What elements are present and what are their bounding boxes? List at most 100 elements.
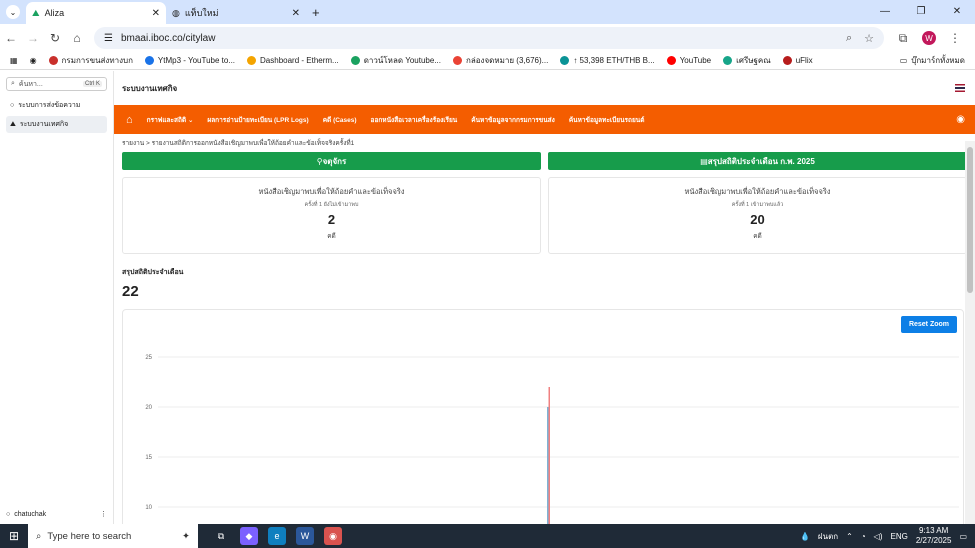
bookmark-label: ↑ 53,398 ETH/THB B...	[573, 56, 655, 65]
y-tick-label: 10	[145, 505, 152, 511]
bookmark-label: เศรีษฐคณ	[736, 56, 771, 65]
bookmark-favicon-icon	[48, 56, 58, 65]
bookmark-item[interactable]: YouTube	[666, 56, 711, 65]
thai-flag-icon[interactable]	[955, 84, 965, 92]
user-icon: ○	[6, 510, 11, 518]
copilot-icon[interactable]: ◆	[240, 527, 258, 545]
sidebar-item-citylaw[interactable]: ⛰ ระบบงานเทศกิจ	[6, 116, 107, 133]
youtube-icon	[666, 56, 676, 65]
bookmark-label: กรมการขนส่งทางบก	[61, 56, 133, 65]
location-filter-button[interactable]: ⚲ จตุจักร	[122, 152, 541, 170]
bookmark-label: Dashboard - Etherm...	[260, 56, 339, 65]
bookmark-item[interactable]: uFlix	[782, 56, 813, 65]
folder-icon: ▭	[899, 56, 908, 65]
close-tab-icon[interactable]: ✕	[292, 8, 300, 19]
restore-icon[interactable]: ❐	[903, 0, 939, 24]
bookmark-item[interactable]: กรมการขนส่งทางบก	[48, 54, 133, 67]
bookmark-item[interactable]: กล่องจดหมาย (3,676)...	[453, 54, 548, 67]
sparkle-icon: ✦	[182, 530, 190, 542]
stat-card-not-attended: หนังสือเชิญมาพบเพื่อให้ถ้อยคำและข้อเท็จจ…	[122, 177, 541, 254]
chart-bar[interactable]	[548, 387, 551, 524]
sidebar-user[interactable]: ○ chatuchak ⋮	[6, 510, 107, 519]
aliza-favicon-icon: ⛰	[32, 7, 40, 18]
back-icon[interactable]: ←	[0, 31, 22, 45]
nav-item-cases[interactable]: คดี (Cases)	[323, 115, 357, 125]
url-bar[interactable]: ☰ bmaai.iboc.co/citylaw ⌕ ☆	[94, 27, 884, 49]
month-filter-button[interactable]: ▤ สรุปสถิติประจำเดือน ก.พ. 2025	[548, 152, 967, 170]
menu-kebab-icon[interactable]: ⋮	[944, 31, 966, 45]
sidebar-item-messaging[interactable]: ○ ระบบการส่งข้อความ	[6, 97, 107, 114]
nav-item-lpr-logs[interactable]: ผลการอ่านป้ายทะเบียน (LPR Logs)	[207, 115, 308, 125]
bookmark-item[interactable]: ดาวน์โหลด Youtube...	[350, 54, 441, 67]
browser-tab-active[interactable]: ⛰ Aliza ✕	[26, 2, 166, 24]
bookmark-item[interactable]: YtMp3 - YouTube to...	[144, 56, 235, 65]
bookmark-item[interactable]: ↑ 53,398 ETH/THB B...	[560, 56, 655, 65]
chevron-up-icon[interactable]: ⌃	[846, 532, 853, 541]
notifications-icon[interactable]: ▭	[959, 532, 967, 541]
main-content: ระบบงานเทศกิจ ⌂ กราฟและสถิติ ⌄ ผลการอ่าน…	[114, 71, 975, 524]
nav-label: กราฟและสถิติ	[146, 116, 187, 124]
profile-avatar[interactable]: W	[922, 31, 936, 45]
word-icon[interactable]: W	[296, 527, 314, 545]
bar-chart[interactable]: 10 15 20 25	[123, 310, 965, 524]
weather-icon[interactable]: 💧	[800, 532, 810, 541]
more-icon[interactable]: ⋮	[100, 510, 107, 518]
page-scrollbar[interactable]	[965, 141, 975, 524]
close-window-icon[interactable]: ✕	[939, 0, 975, 24]
reload-icon[interactable]: ↻	[44, 31, 66, 45]
chart-bar[interactable]	[547, 407, 549, 524]
network-icon[interactable]: ◔	[861, 532, 866, 541]
apps-grid-icon[interactable]: ▦	[10, 56, 18, 65]
home-icon[interactable]: ⌂	[66, 31, 88, 45]
chrome-icon[interactable]: ◉	[30, 56, 37, 65]
y-tick-label: 20	[145, 405, 152, 411]
gmail-icon	[453, 56, 462, 65]
scrollbar-thumb[interactable]	[967, 147, 973, 293]
summary-label: สรุปสถิติประจำเดือน	[122, 269, 184, 276]
card-value: 20	[750, 212, 765, 227]
nav-item-issue-letter[interactable]: ออกหนังสือเวลาเครื่องร้องเรียน	[371, 115, 458, 125]
new-tab-icon[interactable]: +	[312, 5, 320, 20]
tab-search-icon[interactable]: ⌄	[6, 5, 20, 19]
sidebar-search[interactable]: ⌕ ค้นหา... Ctrl K	[6, 77, 107, 91]
chevron-down-icon: ⌄	[187, 116, 194, 124]
edge-icon[interactable]: e	[268, 527, 286, 545]
globe-icon: ◍	[172, 7, 180, 18]
browser-tab[interactable]: ◍ แท็บใหม่ ✕	[166, 2, 306, 24]
url-text: bmaai.iboc.co/citylaw	[120, 32, 216, 44]
card-unit: คดี	[327, 233, 336, 240]
taskbar-apps: ⧉ ◆ e W ◉	[212, 527, 342, 545]
all-bookmarks[interactable]: ▭ บุ๊กมาร์กทั้งหมด	[900, 54, 975, 67]
nav-item-charts[interactable]: กราฟและสถิติ ⌄	[147, 115, 194, 125]
task-view-icon[interactable]: ⧉	[212, 527, 230, 545]
address-toolbar: ← → ↻ ⌂ ☰ bmaai.iboc.co/citylaw ⌕ ☆ ⧉ W …	[0, 24, 975, 52]
chrome-icon[interactable]: ◉	[324, 527, 342, 545]
minimize-icon[interactable]: —	[867, 0, 903, 24]
breadcrumb: รายงาน > รายงานสถิติการออกหนังสือเชิญมาพ…	[122, 140, 355, 147]
close-tab-icon[interactable]: ✕	[152, 8, 160, 19]
user-circle-icon[interactable]: ◉	[956, 114, 965, 125]
nav-item-dlt-search[interactable]: ค้นหาข้อมูลจากกรมการขนส่ง	[471, 115, 555, 125]
card-value: 2	[327, 212, 336, 227]
windows-taskbar: ⊞ ⌕ Type here to search ✦ ⧉ ◆ e W ◉ 💧 ฝน…	[0, 524, 975, 548]
taskbar-search[interactable]: ⌕ Type here to search ✦	[28, 524, 198, 548]
language-indicator[interactable]: ENG	[891, 532, 908, 541]
forward-icon[interactable]: →	[22, 31, 44, 45]
weather-label: ฝนตก	[817, 531, 839, 541]
zoom-icon[interactable]: ⌕	[846, 32, 852, 45]
bookmark-item[interactable]: เศรีษฐคณ	[723, 54, 771, 67]
extensions-icon[interactable]: ⧉	[892, 31, 914, 46]
taskbar-search-placeholder: Type here to search	[47, 530, 132, 542]
volume-icon[interactable]: ◁)	[874, 532, 883, 541]
site-info-icon[interactable]: ☰	[104, 33, 113, 44]
bookmark-star-icon[interactable]: ☆	[864, 32, 874, 45]
bookmark-favicon-icon	[350, 56, 360, 65]
home-icon[interactable]: ⌂	[126, 114, 133, 126]
clock[interactable]: 9:13 AM 2/27/2025	[916, 526, 952, 546]
bookmark-item[interactable]: Dashboard - Etherm...	[247, 56, 339, 65]
nav-item-plate-search[interactable]: ค้นหาข้อมูลทะเบียนรถยนต์	[569, 115, 645, 125]
tab-title: แท็บใหม่	[184, 8, 219, 18]
card-title: หนังสือเชิญมาพบเพื่อให้ถ้อยคำและข้อเท็จจ…	[684, 187, 831, 196]
windows-start-icon[interactable]: ⊞	[0, 524, 28, 548]
y-tick-label: 25	[145, 355, 152, 361]
